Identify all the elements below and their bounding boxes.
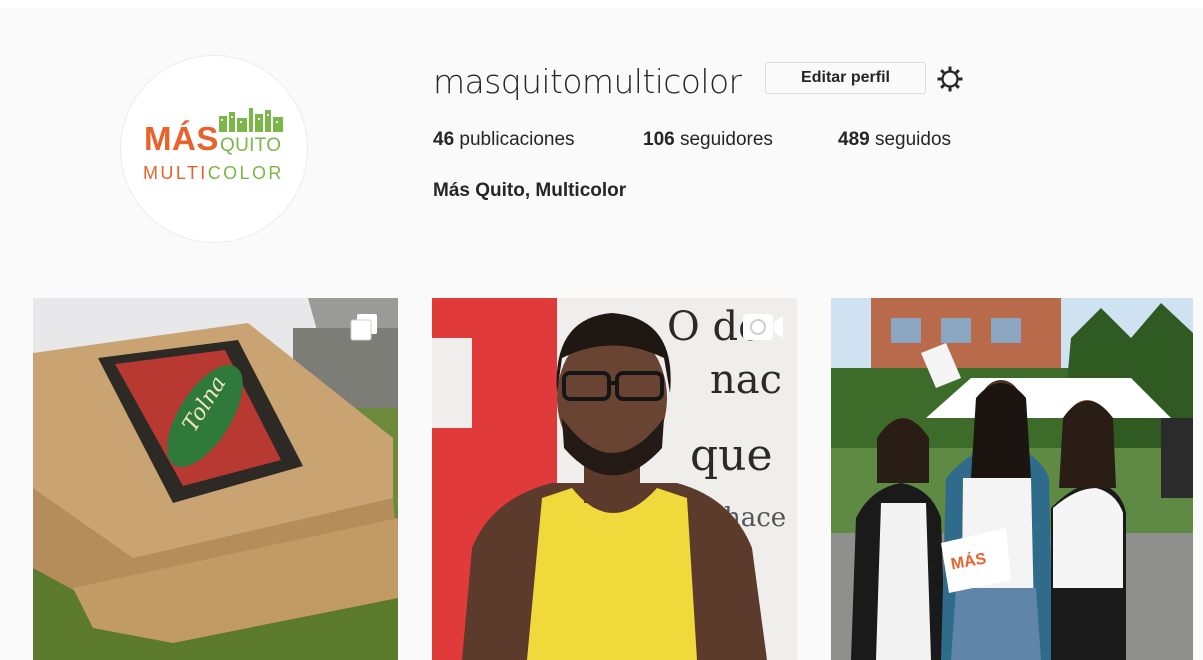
post-thumbnail-1[interactable]: Tolna: [33, 298, 398, 660]
top-strip: [0, 0, 1203, 8]
settings-gear-icon[interactable]: [936, 65, 964, 93]
post-thumbnail-3[interactable]: MÁS: [831, 298, 1193, 660]
following-link[interactable]: 489 seguidos: [838, 128, 951, 152]
followers-link[interactable]: 106 seguidores: [643, 128, 773, 152]
profile-avatar[interactable]: MÁS QUITO MULTICOLOR: [120, 55, 308, 243]
followers-label: seguidores: [679, 129, 773, 150]
post-thumbnail-2[interactable]: O de nac que hace: [432, 298, 797, 660]
post-2-image: O de nac que hace: [432, 298, 797, 660]
post-3-image: MÁS: [831, 298, 1193, 660]
following-count: 489: [838, 129, 870, 150]
edit-profile-button[interactable]: Editar perfil: [765, 62, 926, 94]
avatar-logo-mas: MÁS: [144, 120, 219, 157]
posts-count-stat: 46 publicaciones: [433, 128, 575, 152]
following-label: seguidos: [874, 129, 952, 150]
avatar-logo-multicolor: MULTICOLOR: [143, 163, 284, 183]
posts-count: 46: [433, 129, 455, 150]
posts-label: publicaciones: [459, 129, 575, 150]
followers-count: 106: [643, 129, 675, 150]
profile-username: masquitomulticolor: [433, 62, 742, 101]
avatar-logo-quito: QUITO: [220, 135, 282, 156]
carousel-icon: [350, 314, 377, 341]
wall-text-line-3: que: [690, 430, 773, 481]
video-camera-icon: [743, 314, 783, 340]
profile-full-name: Más Quito, Multicolor: [433, 180, 627, 201]
post-1-image: Tolna: [33, 298, 398, 660]
skyline-logo-icon: [219, 108, 283, 132]
wall-text-line-2: nac: [710, 357, 782, 403]
